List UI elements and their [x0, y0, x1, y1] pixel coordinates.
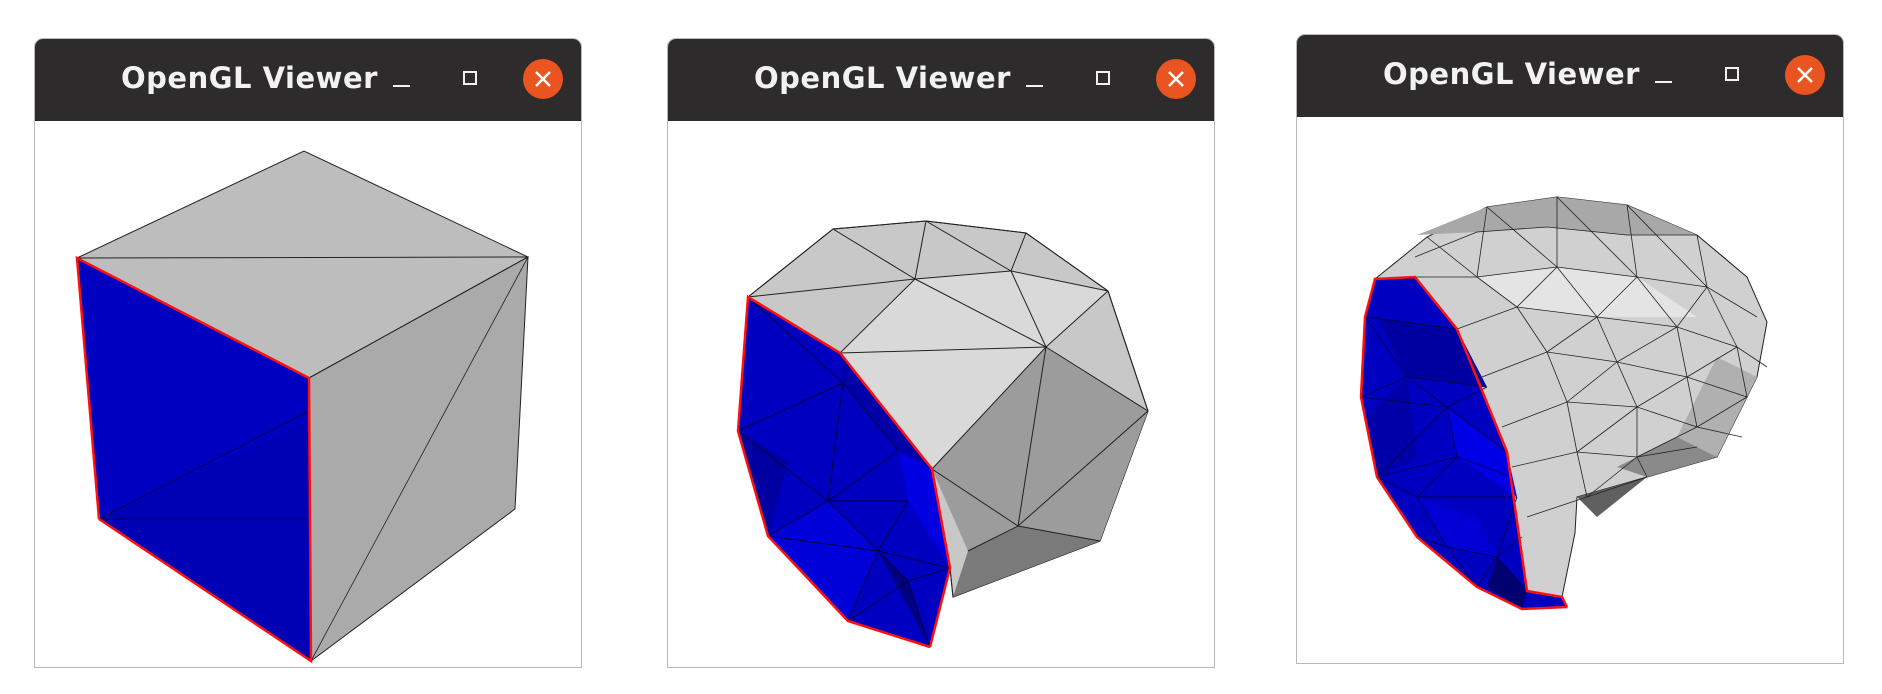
coarse-sphere-mesh — [736, 220, 1149, 649]
opengl-viewer-window-3[interactable]: OpenGL Viewer — [1296, 34, 1844, 664]
close-icon — [1797, 67, 1813, 83]
gl-canvas[interactable] — [1297, 117, 1843, 663]
fine-sphere-mesh — [1359, 196, 1768, 611]
window-title: OpenGL Viewer — [754, 61, 1011, 95]
titlebar[interactable]: OpenGL Viewer — [668, 39, 1214, 121]
maximize-button[interactable] — [453, 65, 489, 95]
titlebar[interactable]: OpenGL Viewer — [35, 39, 581, 121]
close-button[interactable] — [523, 59, 563, 99]
gl-canvas[interactable] — [35, 121, 581, 667]
close-button[interactable] — [1156, 59, 1196, 99]
gl-canvas[interactable] — [668, 121, 1214, 667]
window-title: OpenGL Viewer — [1383, 57, 1640, 91]
close-icon — [535, 71, 551, 87]
close-icon — [1168, 71, 1184, 87]
close-button[interactable] — [1785, 55, 1825, 95]
minimize-button[interactable] — [1016, 69, 1052, 99]
window-title: OpenGL Viewer — [121, 61, 378, 95]
minimize-button[interactable] — [383, 69, 419, 99]
minimize-button[interactable] — [1645, 65, 1681, 95]
titlebar[interactable]: OpenGL Viewer — [1297, 35, 1843, 117]
cube-mesh — [75, 150, 530, 664]
opengl-viewer-window-1[interactable]: OpenGL Viewer — [34, 38, 582, 668]
opengl-viewer-window-2[interactable]: OpenGL Viewer — [667, 38, 1215, 668]
maximize-button[interactable] — [1715, 61, 1751, 91]
maximize-button[interactable] — [1086, 65, 1122, 95]
